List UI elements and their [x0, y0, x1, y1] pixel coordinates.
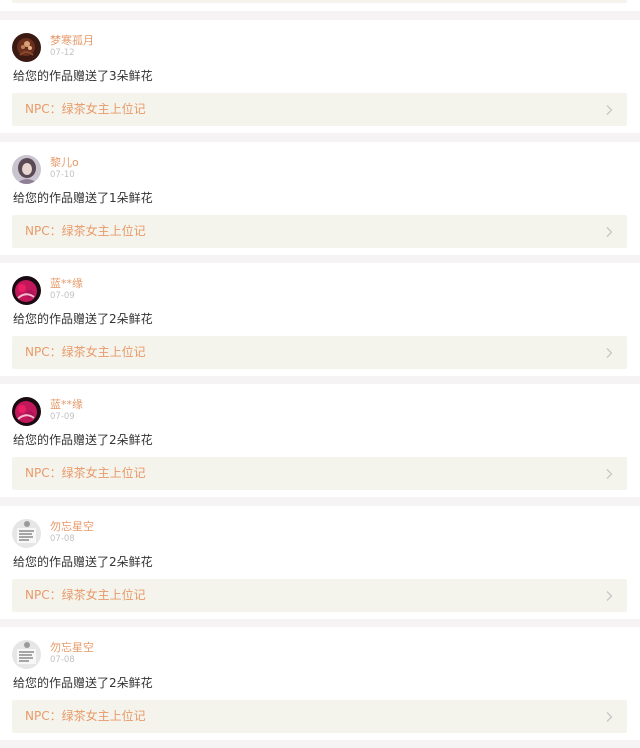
work-title: NPC：绿茶女主上位记 — [25, 224, 146, 238]
work-title: NPC：绿茶女主上位记 — [25, 588, 146, 602]
gift-message: 给您的作品赠送了2朵鲜花 — [13, 676, 153, 690]
gift-notification-card: 勿忘星空 07-08 给您的作品赠送了2朵鲜花 NPC：绿茶女主上位记 — [0, 627, 640, 740]
work-title: NPC：绿茶女主上位记 — [25, 466, 146, 480]
girl-portrait-avatar — [12, 155, 41, 184]
gift-date: 07-09 — [50, 291, 75, 301]
work-link[interactable]: NPC：绿茶女主上位记 — [12, 457, 627, 490]
username[interactable]: 蓝**缘 — [50, 277, 83, 290]
username[interactable]: 勿忘星空 — [50, 520, 94, 533]
gift-date: 07-08 — [50, 655, 75, 665]
username[interactable]: 蓝**缘 — [50, 398, 83, 411]
gift-message: 给您的作品赠送了2朵鲜花 — [13, 433, 153, 447]
gift-message: 给您的作品赠送了3朵鲜花 — [13, 69, 153, 83]
work-title: NPC：绿茶女主上位记 — [25, 709, 146, 723]
previous-work-link-remnant[interactable] — [12, 0, 627, 3]
username[interactable]: 黎儿o — [50, 156, 79, 169]
work-link[interactable]: NPC：绿茶女主上位记 — [12, 215, 627, 248]
user-avatar[interactable] — [12, 276, 41, 305]
work-title: NPC：绿茶女主上位记 — [25, 102, 146, 116]
gift-message: 给您的作品赠送了2朵鲜花 — [13, 555, 153, 569]
pink-figure-avatar — [12, 276, 41, 305]
text-note-avatar — [12, 519, 41, 548]
user-avatar[interactable] — [12, 33, 41, 62]
gift-notification-card: 勿忘星空 07-08 给您的作品赠送了2朵鲜花 NPC：绿茶女主上位记 — [0, 506, 640, 619]
gift-date: 07-09 — [50, 412, 75, 422]
gift-notification-card: 黎儿o 07-10 给您的作品赠送了1朵鲜花 NPC：绿茶女主上位记 — [0, 142, 640, 255]
gift-date: 07-08 — [50, 534, 75, 544]
work-title: NPC：绿茶女主上位记 — [25, 345, 146, 359]
user-avatar[interactable] — [12, 519, 41, 548]
gift-message: 给您的作品赠送了2朵鲜花 — [13, 312, 153, 326]
dark-floral-avatar — [12, 33, 41, 62]
username[interactable]: 勿忘星空 — [50, 641, 94, 654]
pink-figure-avatar — [12, 397, 41, 426]
chevron-right-icon — [606, 591, 613, 601]
gift-notification-card: 梦寒孤月 07-12 给您的作品赠送了3朵鲜花 NPC：绿茶女主上位记 — [0, 20, 640, 133]
gift-notification-card: 蓝**缘 07-09 给您的作品赠送了2朵鲜花 NPC：绿茶女主上位记 — [0, 384, 640, 497]
work-link[interactable]: NPC：绿茶女主上位记 — [12, 336, 627, 369]
gift-date: 07-10 — [50, 170, 75, 180]
work-link[interactable]: NPC：绿茶女主上位记 — [12, 579, 627, 612]
chevron-right-icon — [606, 227, 613, 237]
gift-notification-card: 蓝**缘 07-09 给您的作品赠送了2朵鲜花 NPC：绿茶女主上位记 — [0, 263, 640, 376]
gift-message: 给您的作品赠送了1朵鲜花 — [13, 191, 153, 205]
text-note-avatar — [12, 640, 41, 669]
chevron-right-icon — [606, 469, 613, 479]
previous-card-remnant — [0, 0, 640, 11]
work-link[interactable]: NPC：绿茶女主上位记 — [12, 700, 627, 733]
chevron-right-icon — [606, 105, 613, 115]
user-avatar[interactable] — [12, 155, 41, 184]
chevron-right-icon — [606, 348, 613, 358]
work-link[interactable]: NPC：绿茶女主上位记 — [12, 93, 627, 126]
username[interactable]: 梦寒孤月 — [50, 34, 94, 47]
user-avatar[interactable] — [12, 397, 41, 426]
chevron-right-icon — [606, 712, 613, 722]
user-avatar[interactable] — [12, 640, 41, 669]
gift-date: 07-12 — [50, 48, 75, 58]
